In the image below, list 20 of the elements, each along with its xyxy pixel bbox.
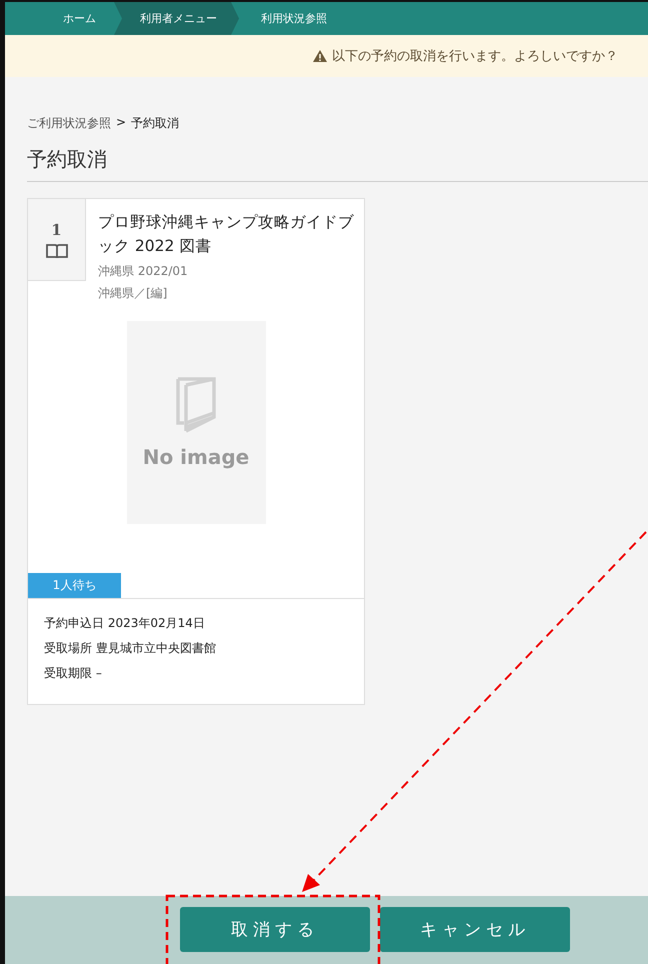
breadcrumb-current: 予約取消 [131,115,180,132]
detail-text: 予約申込日 2023年02月14日 [44,615,206,632]
detail-text: 受取期限 – [44,665,103,682]
page-title: 予約取消 [27,146,648,182]
book-icon [176,376,216,434]
author-text: 沖縄県／[編] [98,285,168,302]
book-title[interactable]: プロ野球沖縄キャンプ攻略ガイドブック 2022 図書 [98,210,356,258]
nav-tab[interactable]: 利用者メニュー [114,2,239,35]
no-image-text: No image [142,444,250,468]
action-button[interactable]: 取消する [180,907,370,952]
detail-text: 受取場所 豊見城市立中央図書館 [44,640,217,657]
breadcrumb-link[interactable]: ご利用状況参照 [27,115,111,132]
publisher-text: 沖縄県 2022/01 [98,263,189,280]
item-number: 1 [51,220,62,238]
notice-text: 以下の予約の取消を行います。よろしいですか？ [332,48,618,65]
action-button[interactable]: キャンセル [380,907,570,952]
warning-icon [313,50,327,62]
breadcrumb-separator: > [116,115,126,131]
waiting-badge: 1人待ち [28,573,121,598]
book-icon [46,242,68,258]
